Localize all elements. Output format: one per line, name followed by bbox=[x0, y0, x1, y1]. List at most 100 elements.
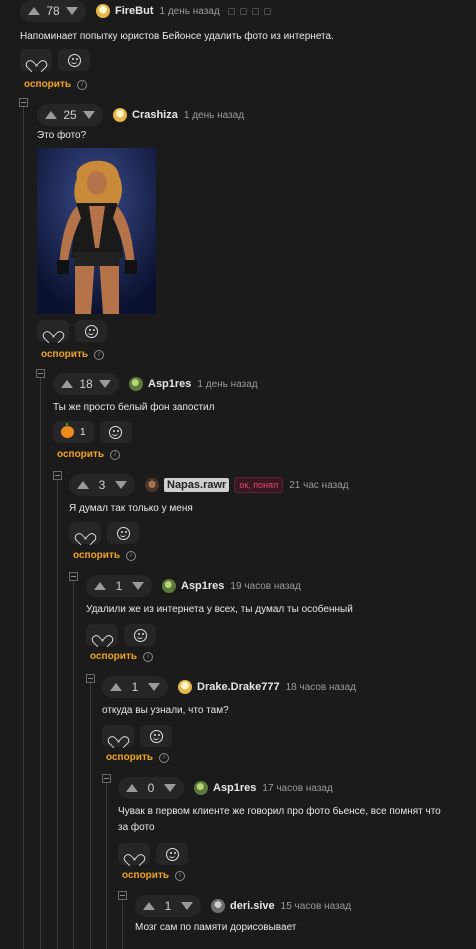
react-button[interactable] bbox=[156, 843, 188, 865]
vote-control: 1 bbox=[102, 676, 168, 698]
triangle-down-icon[interactable] bbox=[115, 481, 127, 489]
like-button[interactable] bbox=[118, 843, 150, 865]
triangle-down-icon[interactable] bbox=[132, 582, 144, 590]
info-icon[interactable]: i bbox=[159, 752, 169, 763]
avatar[interactable] bbox=[211, 899, 225, 913]
heart-icon bbox=[79, 528, 91, 539]
smile-plus-icon bbox=[84, 324, 98, 338]
comment-photo[interactable] bbox=[37, 148, 156, 314]
info-icon[interactable]: i bbox=[175, 870, 185, 881]
dispute-link[interactable]: оспорить i bbox=[106, 752, 169, 763]
vote-control: 78 bbox=[20, 0, 86, 22]
triangle-down-icon[interactable] bbox=[99, 380, 111, 388]
flag-icon[interactable] bbox=[263, 7, 271, 15]
react-button[interactable] bbox=[124, 624, 156, 646]
score: 1 bbox=[131, 680, 139, 694]
info-icon[interactable]: i bbox=[77, 79, 87, 90]
comment-header: 18 Asp1res 1 день назад bbox=[53, 373, 258, 395]
react-button[interactable] bbox=[140, 725, 172, 747]
collapse-square-icon[interactable] bbox=[102, 774, 111, 783]
comment-thread: 78 FireBut 1 день назад Напоминает попыт… bbox=[0, 0, 476, 949]
triangle-up-icon[interactable] bbox=[28, 7, 40, 15]
collapse-square-icon[interactable] bbox=[36, 369, 45, 378]
collapse-square-icon[interactable] bbox=[53, 471, 62, 480]
user-tag: ок, понял bbox=[234, 477, 284, 493]
like-button[interactable] bbox=[86, 624, 118, 646]
dispute-link[interactable]: оспорить i bbox=[122, 870, 185, 881]
username[interactable]: deri.sive bbox=[230, 900, 275, 912]
dispute-link[interactable]: оспорить i bbox=[73, 550, 136, 561]
photo-figure bbox=[37, 148, 156, 314]
header-actions bbox=[227, 7, 271, 15]
thread-line bbox=[90, 679, 91, 949]
score: 1 bbox=[164, 899, 172, 913]
collapse-square-icon[interactable] bbox=[69, 572, 78, 581]
thread-line bbox=[23, 103, 24, 949]
collapse-square-icon[interactable] bbox=[86, 674, 95, 683]
like-button[interactable] bbox=[20, 49, 52, 71]
triangle-up-icon[interactable] bbox=[94, 582, 106, 590]
dispute-label: оспорить bbox=[24, 79, 71, 90]
triangle-down-icon[interactable] bbox=[83, 111, 95, 119]
thread-line bbox=[57, 476, 58, 949]
triangle-down-icon[interactable] bbox=[148, 683, 160, 691]
info-icon[interactable]: i bbox=[126, 550, 136, 561]
username[interactable]: FireBut bbox=[115, 5, 154, 17]
react-button[interactable] bbox=[75, 320, 107, 342]
heart-icon bbox=[96, 630, 108, 641]
triangle-up-icon[interactable] bbox=[110, 683, 122, 691]
avatar[interactable] bbox=[145, 478, 159, 492]
username[interactable]: Asp1res bbox=[148, 378, 191, 390]
like-button[interactable] bbox=[69, 522, 101, 544]
triangle-up-icon[interactable] bbox=[77, 481, 89, 489]
dispute-link[interactable]: оспорить i bbox=[24, 79, 87, 90]
thread-line bbox=[73, 577, 74, 949]
dispute-label: оспорить bbox=[122, 870, 169, 881]
lock-icon[interactable] bbox=[239, 7, 247, 15]
comment-actions bbox=[86, 624, 156, 646]
username[interactable]: Napas.rawr bbox=[164, 478, 230, 492]
dispute-label: оспорить bbox=[106, 752, 153, 763]
dispute-link[interactable]: оспорить i bbox=[41, 349, 104, 360]
share-icon[interactable] bbox=[227, 7, 235, 15]
dispute-link[interactable]: оспорить i bbox=[90, 651, 153, 662]
smile-plus-icon bbox=[116, 526, 130, 540]
avatar[interactable] bbox=[178, 680, 192, 694]
smile-plus-icon bbox=[67, 53, 81, 67]
avatar[interactable] bbox=[129, 377, 143, 391]
avatar[interactable] bbox=[162, 579, 176, 593]
comment: 78 FireBut 1 день назад Напоминает попыт… bbox=[20, 0, 476, 96]
triangle-up-icon[interactable] bbox=[126, 784, 138, 792]
like-button[interactable] bbox=[37, 320, 69, 342]
like-button[interactable] bbox=[102, 725, 134, 747]
react-button[interactable] bbox=[58, 49, 90, 71]
triangle-up-icon[interactable] bbox=[61, 380, 73, 388]
triangle-down-icon[interactable] bbox=[66, 7, 78, 15]
info-icon[interactable]: i bbox=[143, 651, 153, 662]
avatar[interactable] bbox=[96, 4, 110, 18]
react-button[interactable] bbox=[107, 522, 139, 544]
comment-header: 3 Napas.rawr ок, понял 21 час назад bbox=[69, 474, 349, 496]
collapse-square-icon[interactable] bbox=[19, 98, 28, 107]
username[interactable]: Crashiza bbox=[132, 109, 178, 121]
triangle-up-icon[interactable] bbox=[143, 902, 155, 910]
info-icon[interactable]: i bbox=[94, 349, 104, 360]
avatar[interactable] bbox=[113, 108, 127, 122]
dispute-link[interactable]: оспорить i bbox=[57, 449, 120, 460]
comment-actions bbox=[37, 320, 107, 342]
info-icon[interactable]: i bbox=[110, 449, 120, 460]
score: 3 bbox=[98, 478, 106, 492]
heart-icon bbox=[47, 326, 59, 337]
reaction-button[interactable]: 1 bbox=[53, 421, 94, 443]
link-icon[interactable] bbox=[251, 7, 259, 15]
collapse-square-icon[interactable] bbox=[118, 891, 127, 900]
timestamp: 1 день назад bbox=[183, 109, 245, 121]
username[interactable]: Asp1res bbox=[213, 782, 256, 794]
username[interactable]: Drake.Drake777 bbox=[197, 681, 280, 693]
triangle-down-icon[interactable] bbox=[164, 784, 176, 792]
react-button[interactable] bbox=[99, 421, 132, 443]
triangle-down-icon[interactable] bbox=[181, 902, 193, 910]
triangle-up-icon[interactable] bbox=[45, 111, 57, 119]
username[interactable]: Asp1res bbox=[181, 580, 224, 592]
avatar[interactable] bbox=[194, 781, 208, 795]
